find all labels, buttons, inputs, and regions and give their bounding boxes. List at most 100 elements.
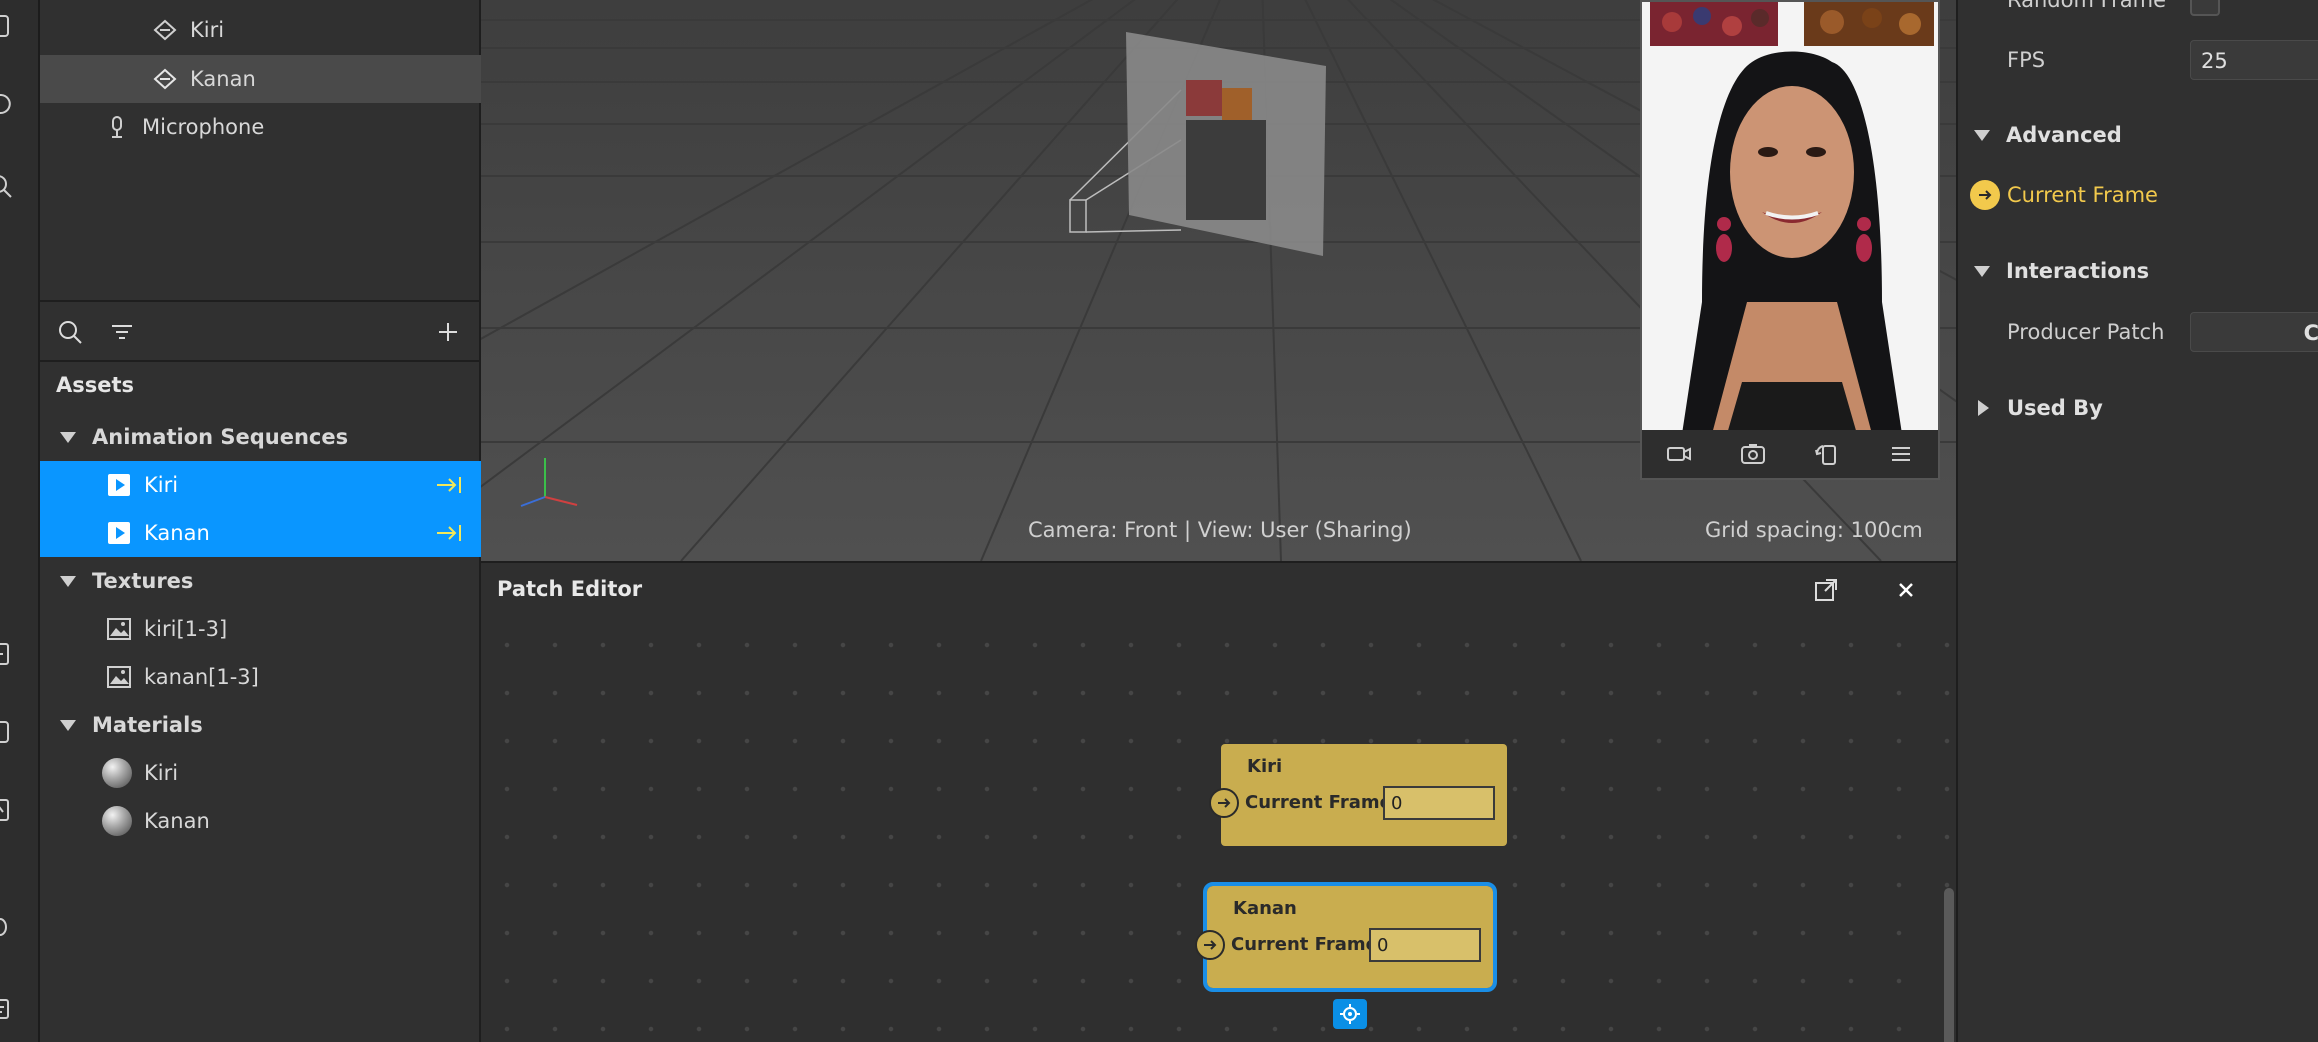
preview-video: [1642, 2, 1938, 434]
arrow-right-icon: [1218, 798, 1231, 808]
group-animation-sequences[interactable]: Animation Sequences: [40, 413, 481, 461]
inspector-panel: Random Frame FPS 25 Advanced Current Fra…: [1956, 0, 2318, 1042]
scene-item-label: Kiri: [190, 18, 225, 42]
patch-editor-title: Patch Editor: [497, 577, 643, 601]
asset-label: Kanan: [144, 521, 210, 545]
asset-texture-kiri[interactable]: kiri[1-3]: [40, 605, 481, 653]
group-label: Materials: [92, 713, 203, 737]
menu-icon[interactable]: [1887, 440, 1915, 468]
plane-icon: [152, 66, 178, 92]
bug-icon[interactable]: [0, 912, 14, 940]
port-label: Current Frame: [1245, 792, 1392, 813]
preview-toolbar: [1642, 430, 1938, 478]
image-icon: [106, 616, 132, 642]
divider: [40, 360, 481, 362]
console-icon[interactable]: [0, 994, 14, 1022]
section-interactions[interactable]: Interactions: [1958, 245, 2318, 297]
scene-item-kanan[interactable]: Kanan: [40, 55, 481, 103]
assets-title: Assets: [56, 373, 135, 397]
group-materials[interactable]: Materials: [40, 701, 481, 749]
patch-editor[interactable]: Patch Editor Kiri Current Frame 0 Kanan …: [481, 561, 1956, 1042]
video-camera-icon[interactable]: [1665, 440, 1693, 468]
plane-icon: [152, 17, 178, 43]
scene-item-kiri[interactable]: Kiri: [40, 6, 481, 54]
add-asset-icon[interactable]: [434, 318, 462, 346]
left-panel: Kiri Kanan Microphone Assets Animation S…: [40, 0, 481, 1042]
patch-node-kiri[interactable]: Kiri Current Frame 0: [1209, 744, 1507, 846]
collapse-triangle-icon: [1974, 129, 1990, 141]
random-frame-checkbox[interactable]: [2190, 0, 2220, 16]
asset-label: kanan[1-3]: [144, 665, 259, 689]
port-label: Current Frame: [1231, 934, 1378, 955]
node-title: Kanan: [1233, 898, 1297, 919]
search-icon[interactable]: [0, 172, 14, 200]
collapse-triangle-icon: [60, 575, 76, 587]
current-frame-port-icon[interactable]: [1970, 180, 2000, 210]
left-toolbar: [0, 0, 40, 1042]
section-label: Advanced: [2006, 123, 2122, 147]
camera-caption: Camera: Front | View: User (Sharing): [1028, 518, 1412, 542]
producer-patch-button[interactable]: C: [2190, 312, 2318, 352]
switch-camera-icon[interactable]: [1739, 440, 1767, 468]
arrow-right-icon: [1204, 940, 1217, 950]
node-title: Kiri: [1247, 756, 1283, 777]
export-icon[interactable]: [0, 796, 14, 824]
asset-label: Kiri: [144, 473, 179, 497]
group-label: Textures: [92, 569, 194, 593]
device-icon[interactable]: [0, 718, 14, 746]
patch-node-kanan[interactable]: Kanan Current Frame 0: [1195, 882, 1497, 992]
current-frame-input[interactable]: 0: [1369, 928, 1481, 962]
play-icon: [106, 472, 132, 498]
group-textures[interactable]: Textures: [40, 557, 481, 605]
expand-triangle-icon: [1978, 400, 1989, 416]
microphone-icon: [104, 114, 130, 140]
assets-toolbar: [40, 302, 481, 360]
image-icon: [106, 664, 132, 690]
search-icon[interactable]: [56, 318, 84, 346]
close-icon[interactable]: [1891, 575, 1921, 605]
fps-label: FPS: [2007, 48, 2046, 72]
current-frame-label[interactable]: Current Frame: [2007, 183, 2158, 207]
node-settings-gear-icon[interactable]: [1333, 999, 1367, 1029]
material-sphere-icon: [102, 806, 132, 836]
section-advanced[interactable]: Advanced: [1958, 109, 2318, 161]
input-port[interactable]: [1195, 930, 1225, 960]
group-label: Animation Sequences: [92, 425, 349, 449]
asset-label: Kanan: [144, 809, 210, 833]
input-port[interactable]: [1209, 788, 1239, 818]
rotate-device-icon[interactable]: [1813, 440, 1841, 468]
scene-item-label: Kanan: [190, 67, 256, 91]
asset-label: Kiri: [144, 761, 179, 785]
asset-texture-kanan[interactable]: kanan[1-3]: [40, 653, 481, 701]
collapse-triangle-icon: [60, 431, 76, 443]
history-icon[interactable]: [0, 90, 14, 118]
simulator-preview[interactable]: [1640, 0, 1940, 480]
producer-patch-label: Producer Patch: [2007, 320, 2165, 344]
asset-material-kanan[interactable]: Kanan: [40, 797, 481, 845]
grid-spacing-caption: Grid spacing: 100cm: [1705, 518, 1923, 542]
current-frame-input[interactable]: 0: [1383, 786, 1495, 820]
scene-item-microphone[interactable]: Microphone: [40, 103, 481, 151]
collapse-triangle-icon: [60, 719, 76, 731]
filter-icon[interactable]: [108, 318, 136, 346]
section-label: Interactions: [2006, 259, 2150, 283]
asset-animation-kanan[interactable]: Kanan: [40, 509, 481, 557]
asset-material-kiri[interactable]: Kiri: [40, 749, 481, 797]
panel-icon[interactable]: [0, 640, 14, 668]
material-sphere-icon: [102, 758, 132, 788]
scene-item-label: Microphone: [142, 115, 265, 139]
collapse-triangle-icon: [1974, 265, 1990, 277]
frame-icon[interactable]: [0, 12, 14, 40]
asset-label: kiri[1-3]: [144, 617, 228, 641]
random-frame-label: Random Frame: [2007, 0, 2167, 12]
section-used-by[interactable]: Used By: [1958, 382, 2318, 434]
jump-to-icon[interactable]: [435, 473, 463, 497]
patch-editor-scrollbar[interactable]: [1944, 888, 1954, 1042]
scene-viewport[interactable]: Camera: Front | View: User (Sharing) Gri…: [481, 0, 1956, 561]
section-label: Used By: [2007, 396, 2103, 420]
asset-animation-kiri[interactable]: Kiri: [40, 461, 481, 509]
pop-out-icon[interactable]: [1811, 575, 1841, 605]
fps-input[interactable]: 25: [2190, 40, 2318, 80]
jump-to-icon[interactable]: [435, 521, 463, 545]
play-icon: [106, 520, 132, 546]
